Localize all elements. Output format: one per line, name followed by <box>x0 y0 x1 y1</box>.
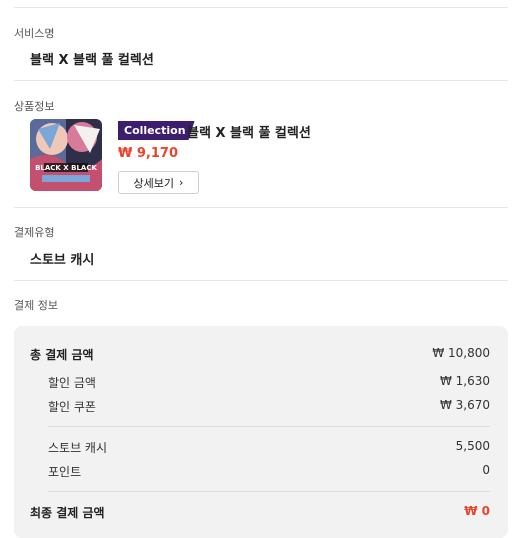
point-value: 0 <box>482 463 490 477</box>
service-divider <box>14 80 508 81</box>
discount-row: 할인 금액 ₩ 1,630 <box>14 374 508 392</box>
discount-value: ₩ 1,630 <box>439 374 490 388</box>
payment-type-label: 결제유형 <box>14 226 55 239</box>
thumbnail-logo-text: BLACK X BLACK <box>35 164 97 172</box>
final-divider <box>48 491 490 492</box>
detail-view-button[interactable]: 상세보기 › <box>118 171 199 194</box>
chevron-right-icon: › <box>179 176 184 189</box>
final-label: 최종 결제 금액 <box>30 506 105 520</box>
payment-info-label: 결제 정보 <box>14 299 58 312</box>
total-value: ₩ 10,800 <box>432 346 490 360</box>
product-price: ₩ 9,170 <box>118 146 178 161</box>
product-divider <box>14 207 508 208</box>
product-info-label: 상품정보 <box>14 100 55 113</box>
point-label: 포인트 <box>48 465 82 479</box>
coupon-value: ₩ 3,670 <box>439 398 490 412</box>
product-title: 블랙 X 블랙 풀 컬렉션 <box>187 126 311 141</box>
cash-value: 5,500 <box>455 439 490 453</box>
service-name-value: 블랙 X 블랙 풀 컬렉션 <box>30 53 154 68</box>
payment-summary-box: 총 결제 금액 ₩ 10,800 할인 금액 ₩ 1,630 할인 쿠폰 ₩ 3… <box>14 326 508 538</box>
service-name-label: 서비스명 <box>14 27 55 40</box>
total-label: 총 결제 금액 <box>30 348 94 362</box>
cash-row: 스토브 캐시 5,500 <box>14 439 508 457</box>
collection-badge: Collection <box>118 121 195 140</box>
total-row: 총 결제 금액 ₩ 10,800 <box>14 346 508 364</box>
payment-type-value: 스토브 캐시 <box>30 253 95 268</box>
coupon-row: 할인 쿠폰 ₩ 3,670 <box>14 398 508 416</box>
discount-divider <box>48 426 490 427</box>
product-thumbnail: BLACK X BLACK <box>30 119 102 191</box>
discount-label: 할인 금액 <box>48 376 96 390</box>
payment-type-divider <box>14 280 508 281</box>
final-row: 최종 결제 금액 ₩ 0 <box>14 504 508 522</box>
top-divider <box>14 7 508 8</box>
cash-label: 스토브 캐시 <box>48 441 108 455</box>
point-row: 포인트 0 <box>14 463 508 481</box>
final-value: ₩ 0 <box>464 504 490 518</box>
coupon-label: 할인 쿠폰 <box>48 400 96 414</box>
detail-view-label: 상세보기 <box>133 176 175 190</box>
